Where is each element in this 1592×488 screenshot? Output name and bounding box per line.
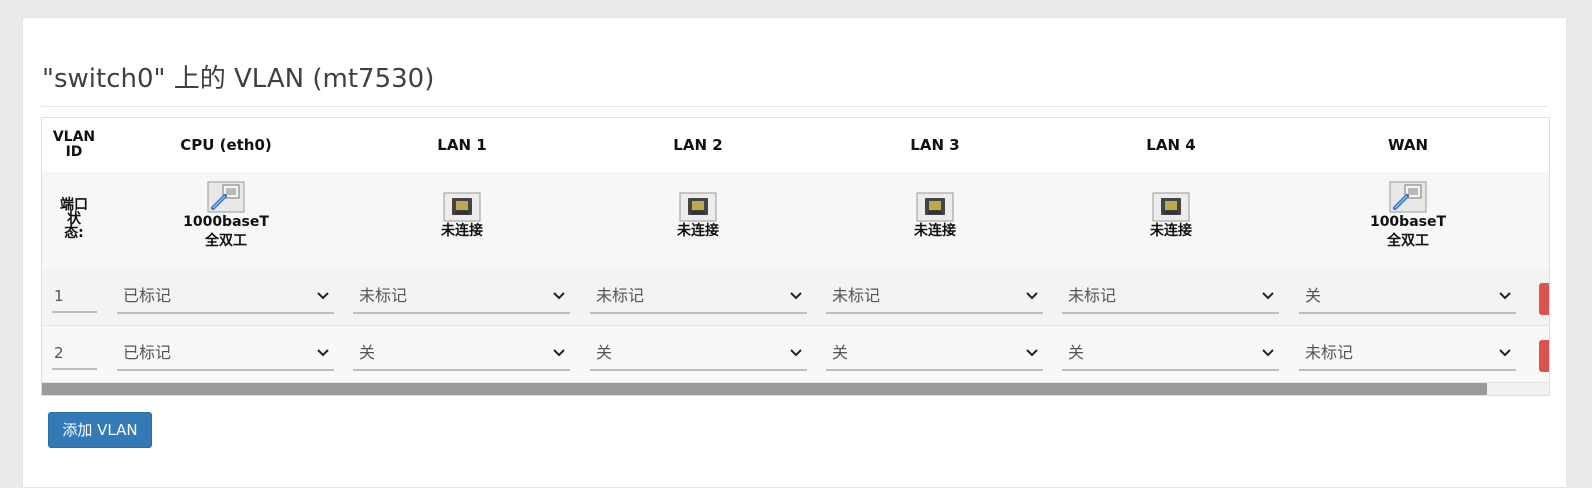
- header-vlan-id: VLAN ID: [46, 118, 102, 172]
- port-status-lan1: 未连接: [382, 192, 542, 241]
- chevron-down-icon: [553, 281, 565, 300]
- vlan-port-select[interactable]: 未标记: [353, 281, 570, 314]
- header-lan2: LAN 2: [673, 136, 723, 154]
- horizontal-scrollbar-thumb[interactable]: [42, 383, 1487, 395]
- vlan-port-select[interactable]: 未标记: [826, 281, 1043, 314]
- select-value: 关: [1068, 343, 1085, 362]
- ethernet-connected-icon: [1389, 181, 1427, 213]
- port-status-label: 端口 状 态:: [54, 198, 94, 240]
- chevron-down-icon: [317, 338, 329, 357]
- header-cpu: CPU (eth0): [180, 136, 272, 154]
- chevron-down-icon: [790, 338, 802, 357]
- select-value: 关: [596, 343, 613, 362]
- table-header-row: VLAN ID CPU (eth0) LAN 1 LAN 2 LAN 3 LAN…: [42, 118, 1549, 173]
- port-status-label-line2: 状: [67, 211, 81, 227]
- vlan-port-select[interactable]: 未标记: [590, 281, 807, 314]
- chevron-down-icon: [1262, 281, 1274, 300]
- port-state-lan1: 未连接: [441, 223, 483, 239]
- chevron-down-icon: [317, 281, 329, 300]
- vlan-card: "switch0" 上的 VLAN (mt7530) VLAN ID CPU (…: [22, 17, 1567, 488]
- delete-vlan-button[interactable]: [1539, 340, 1549, 372]
- select-value: 未标记: [832, 286, 881, 305]
- select-value: 关: [832, 343, 849, 362]
- chevron-down-icon: [1026, 338, 1038, 357]
- select-value: 已标记: [123, 286, 172, 305]
- port-status-row: 端口 状 态: 1000baseT 全双工 未连接 未连接 未连接 未连接 10…: [42, 172, 1549, 270]
- port-state-lan2: 未连接: [677, 223, 719, 239]
- vlan-port-select[interactable]: 已标记: [117, 338, 334, 371]
- ethernet-disconnected-icon: [443, 192, 481, 222]
- ethernet-disconnected-icon: [679, 192, 717, 222]
- vlan-port-select[interactable]: 未标记: [1062, 281, 1279, 314]
- port-speed-cpu: 1000baseT: [183, 214, 269, 230]
- select-value: 未标记: [359, 286, 408, 305]
- ethernet-disconnected-icon: [916, 192, 954, 222]
- port-status-label-line3: 态:: [64, 225, 84, 241]
- port-status-wan: 100baseT 全双工: [1328, 181, 1488, 251]
- header-wan: WAN: [1387, 136, 1429, 154]
- port-status-lan3: 未连接: [855, 192, 1015, 241]
- chevron-down-icon: [1026, 281, 1038, 300]
- chevron-down-icon: [1499, 281, 1511, 300]
- port-status-lan2: 未连接: [618, 192, 778, 241]
- header-lan3: LAN 3: [910, 136, 960, 154]
- top-bar: [0, 0, 1592, 14]
- header-vlan-id-line2: ID: [65, 144, 83, 160]
- table-row: 已标记 未标记 未标记 未标记 未标记 关: [42, 269, 1549, 326]
- port-state-lan3: 未连接: [914, 223, 956, 239]
- vlan-port-select[interactable]: 已标记: [117, 281, 334, 314]
- vlan-id-input[interactable]: [52, 338, 97, 370]
- delete-vlan-button[interactable]: [1539, 283, 1549, 315]
- port-duplex-wan: 全双工: [1387, 233, 1429, 249]
- select-value: 关: [1305, 286, 1322, 305]
- select-value: 已标记: [123, 343, 172, 362]
- port-status-label-line1: 端口: [60, 197, 88, 213]
- vlan-port-select[interactable]: 关: [1299, 281, 1516, 314]
- select-value: 关: [359, 343, 376, 362]
- chevron-down-icon: [1499, 338, 1511, 357]
- header-vlan-id-line1: VLAN: [52, 129, 96, 145]
- vlan-port-select[interactable]: 关: [826, 338, 1043, 371]
- page-title: "switch0" 上的 VLAN (mt7530): [42, 64, 435, 94]
- port-status-cpu: 1000baseT 全双工: [146, 181, 306, 251]
- vlan-table: VLAN ID CPU (eth0) LAN 1 LAN 2 LAN 3 LAN…: [41, 117, 1550, 396]
- port-status-lan4: 未连接: [1091, 192, 1251, 241]
- ethernet-disconnected-icon: [1152, 192, 1190, 222]
- table-row: 已标记 关 关 关 关 未标记: [42, 326, 1549, 383]
- select-value: 未标记: [1068, 286, 1117, 305]
- select-value: 未标记: [596, 286, 645, 305]
- port-speed-wan: 100baseT: [1369, 214, 1447, 230]
- vlan-port-select[interactable]: 关: [590, 338, 807, 371]
- vlan-port-select[interactable]: 关: [1062, 338, 1279, 371]
- select-value: 未标记: [1305, 343, 1354, 362]
- vlan-port-select[interactable]: 关: [353, 338, 570, 371]
- header-lan1: LAN 1: [437, 136, 487, 154]
- header-lan4: LAN 4: [1146, 136, 1196, 154]
- port-duplex-cpu: 全双工: [205, 233, 247, 249]
- title-divider: [41, 106, 1548, 107]
- chevron-down-icon: [553, 338, 565, 357]
- port-state-lan4: 未连接: [1150, 223, 1192, 239]
- add-vlan-button[interactable]: 添加 VLAN: [48, 412, 152, 448]
- vlan-id-input[interactable]: [52, 281, 97, 313]
- ethernet-connected-icon: [207, 181, 245, 213]
- vlan-port-select[interactable]: 未标记: [1299, 338, 1516, 371]
- chevron-down-icon: [790, 281, 802, 300]
- chevron-down-icon: [1262, 338, 1274, 357]
